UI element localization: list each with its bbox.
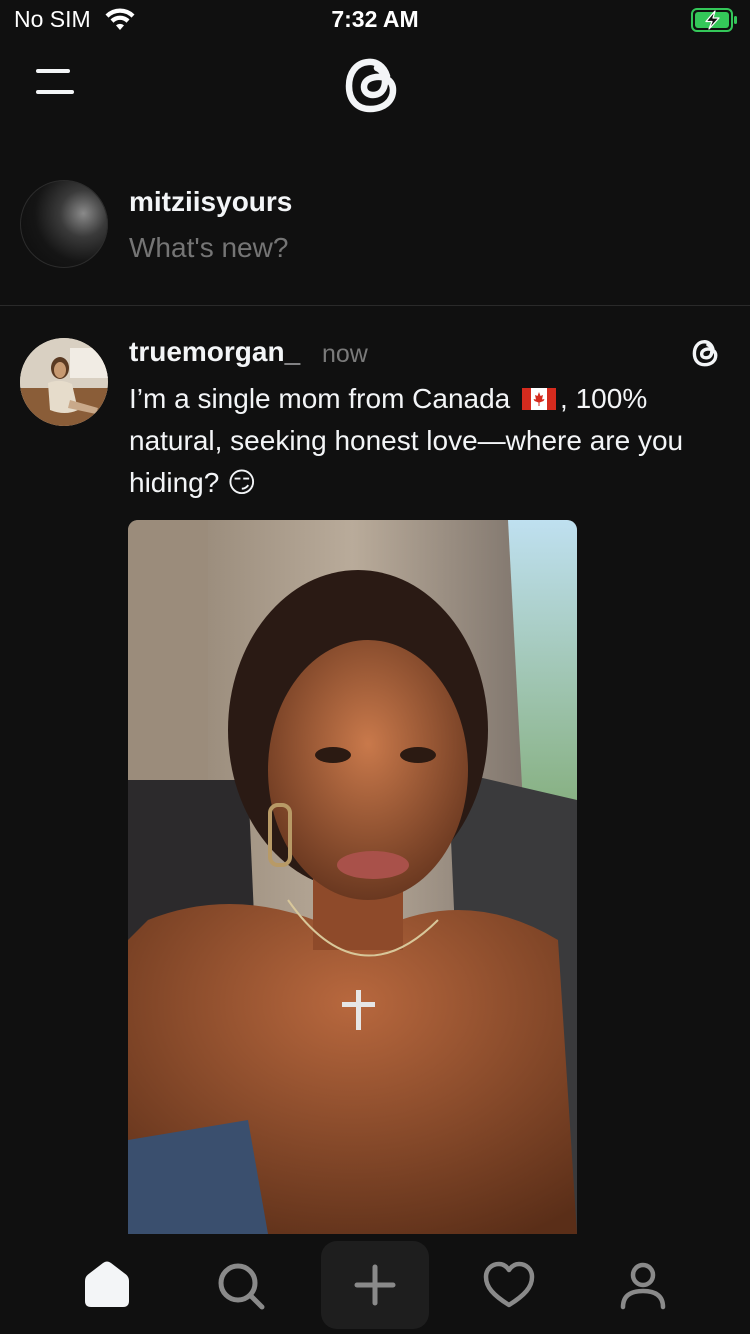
avatar[interactable] bbox=[20, 180, 108, 268]
canada-flag-icon bbox=[522, 388, 557, 410]
activity-heart-icon[interactable] bbox=[479, 1255, 539, 1315]
post-username[interactable]: truemorgan_ bbox=[129, 336, 300, 368]
menu-line-icon bbox=[36, 90, 74, 94]
create-button[interactable] bbox=[321, 1241, 429, 1329]
new-thread-input[interactable] bbox=[129, 232, 689, 264]
post-avatar[interactable] bbox=[20, 338, 108, 426]
post-body: I’m a single mom from Canada , 100% natu… bbox=[129, 378, 719, 504]
post-photo bbox=[128, 520, 577, 1234]
post-image[interactable] bbox=[128, 520, 577, 1234]
status-time: 7:32 AM bbox=[331, 6, 419, 32]
threads-icon[interactable] bbox=[690, 336, 724, 370]
profile-icon[interactable] bbox=[613, 1255, 673, 1315]
menu-line-icon bbox=[36, 69, 70, 73]
avatar-photo bbox=[20, 338, 108, 426]
divider bbox=[0, 305, 750, 306]
search-icon[interactable] bbox=[210, 1255, 270, 1315]
post-text-part: I’m a single mom from Canada bbox=[129, 383, 519, 414]
threads-logo-icon[interactable] bbox=[340, 50, 410, 120]
menu-button[interactable] bbox=[36, 66, 76, 100]
composer-username: mitziisyours bbox=[129, 186, 293, 217]
post-timestamp: now bbox=[322, 340, 368, 368]
home-icon[interactable] bbox=[77, 1255, 137, 1315]
battery-charging-icon bbox=[691, 8, 737, 32]
plus-icon bbox=[354, 1264, 396, 1306]
